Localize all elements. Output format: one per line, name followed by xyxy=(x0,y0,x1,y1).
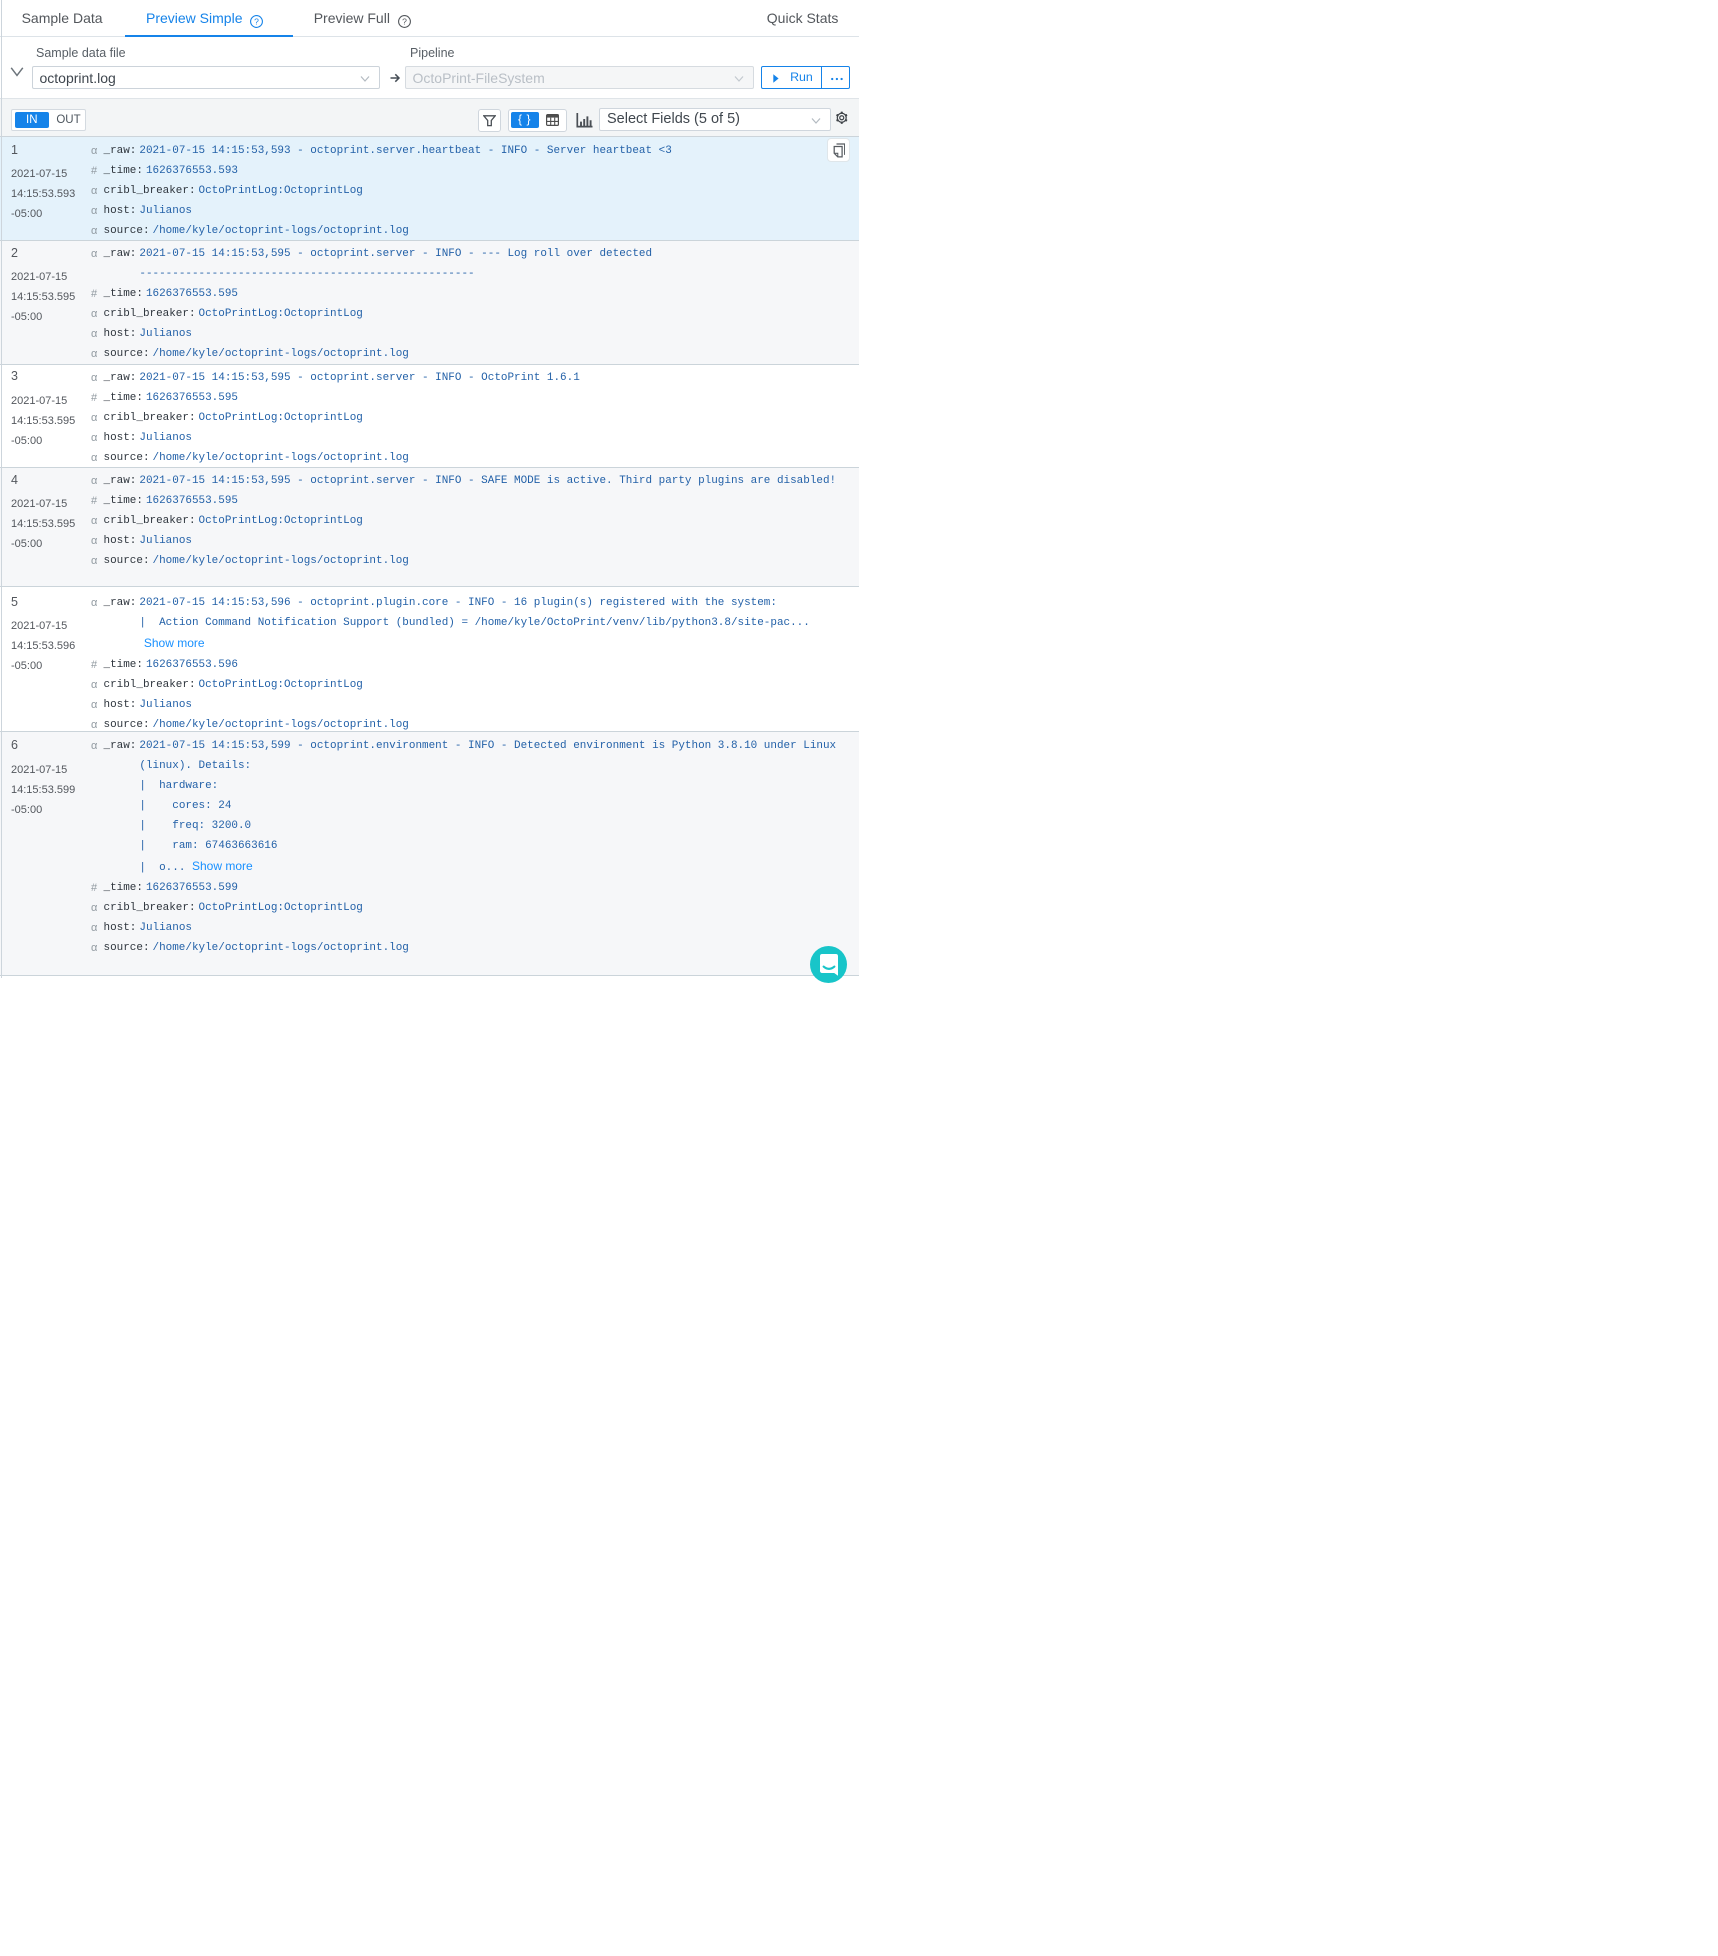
svg-text:?: ? xyxy=(402,16,407,26)
svg-text:?: ? xyxy=(254,16,259,26)
